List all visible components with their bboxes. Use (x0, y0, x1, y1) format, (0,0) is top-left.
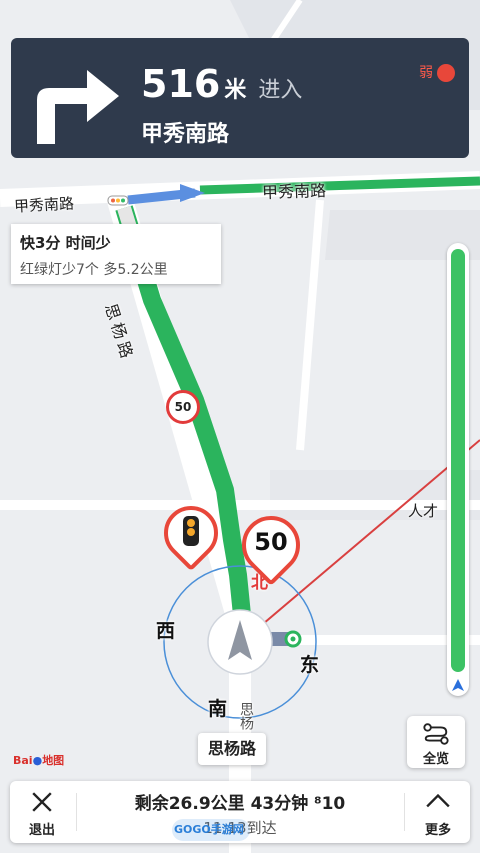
turn-action: 进入 (258, 78, 303, 103)
current-road-label: 思杨路 (198, 733, 267, 765)
turn-distance: 516 米进入 (141, 62, 302, 114)
exit-label: 退出 (28, 823, 55, 838)
traffic-light-icon (183, 516, 199, 546)
next-road-name: 甲秀南路 (141, 122, 230, 147)
route-tip-detail: 红绿灯少7个 多5.2公里 (20, 262, 168, 278)
more-label: 更多 (424, 823, 451, 838)
signal-icon (437, 64, 455, 82)
overview-button[interactable]: 全览 (407, 716, 465, 768)
compass-south: 南 (208, 698, 228, 720)
remaining-summary: 剩余26.9公里 43分钟 ⁸10 (134, 794, 346, 814)
baidu-map-logo: Bai●地图 (13, 752, 64, 768)
map-place-label: 人才 (408, 502, 439, 520)
watermark-badge: GOGO手游网 (172, 819, 250, 841)
distance-unit: 米 (224, 78, 247, 103)
close-icon (32, 792, 52, 812)
route-progress-bar (447, 243, 469, 696)
signal-label: 弱 (419, 65, 433, 81)
map-road-label: 思杨 (238, 702, 254, 730)
logo-text: Bai (13, 754, 33, 767)
gps-signal-indicator[interactable]: 弱 (419, 62, 455, 82)
paw-icon: ● (32, 754, 43, 767)
compass-east: 东 (300, 654, 320, 676)
turn-right-icon (37, 70, 119, 144)
map-road-label: 甲秀南路 (13, 194, 75, 216)
exit-button[interactable]: 退出 (10, 781, 74, 843)
navigation-banner[interactable]: 516 米进入 甲秀南路 弱 (11, 38, 469, 158)
map-road-label: 甲秀南路 (261, 180, 327, 203)
route-overview-icon (423, 723, 449, 745)
progress-fill (451, 249, 465, 672)
speed-limit-sign: 50 (166, 390, 200, 424)
route-tip-title: 快3分 时间少 (20, 234, 111, 252)
chevron-up-icon (426, 793, 450, 808)
logo-text-2: 地图 (42, 754, 65, 767)
overview-label: 全览 (422, 752, 449, 767)
divider (404, 793, 405, 831)
compass-west: 西 (156, 620, 176, 642)
distance-value: 516 (141, 62, 221, 106)
car-position-icon (452, 679, 464, 691)
speed-limit-value: 50 (254, 528, 288, 556)
divider (76, 793, 77, 831)
more-button[interactable]: 更多 (406, 781, 470, 843)
alternate-route-tip[interactable]: 快3分 时间少 红绿灯少7个 多5.2公里 (11, 224, 221, 284)
